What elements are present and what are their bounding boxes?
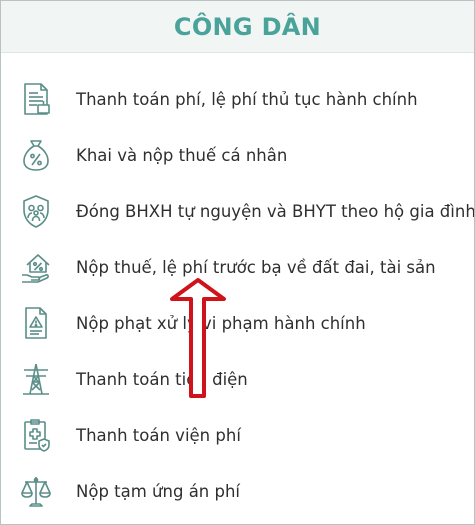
medical-clipboard-icon: [18, 416, 54, 454]
panel-header: CÔNG DÂN: [1, 1, 474, 53]
service-label: Thanh toán tiền điện: [76, 369, 248, 389]
page-title: CÔNG DÂN: [173, 12, 322, 41]
scales-icon: [18, 472, 54, 510]
service-label: Nộp thuế, lệ phí trước bạ về đất đai, tà…: [76, 257, 436, 277]
house-hand-icon: [18, 248, 54, 286]
money-bag-icon: [18, 136, 54, 174]
service-label: Nộp phạt xử lý vi phạm hành chính: [76, 313, 366, 333]
service-label: Đóng BHXH tự nguyện và BHYT theo hộ gia …: [76, 201, 475, 221]
service-item-electricity[interactable]: Thanh toán tiền điện: [1, 351, 474, 407]
service-label: Thanh toán viện phí: [76, 425, 241, 445]
service-item-hospital-fee[interactable]: Thanh toán viện phí: [1, 407, 474, 463]
service-item-personal-tax[interactable]: Khai và nộp thuế cá nhân: [1, 127, 474, 183]
service-item-social-insurance[interactable]: Đóng BHXH tự nguyện và BHYT theo hộ gia …: [1, 183, 475, 239]
document-fee-icon: [18, 80, 54, 118]
citizen-services-panel: CÔNG DÂN Thanh toán phí, lệ phí thủ tục …: [0, 0, 475, 525]
service-item-administrative-fine[interactable]: Nộp phạt xử lý vi phạm hành chính: [1, 295, 474, 351]
power-tower-icon: [18, 360, 54, 398]
warning-document-icon: [18, 304, 54, 342]
service-label: Nộp tạm ứng án phí: [76, 481, 241, 501]
service-item-property-tax[interactable]: Nộp thuế, lệ phí trước bạ về đất đai, tà…: [1, 239, 474, 295]
family-shield-icon: [18, 192, 54, 230]
service-item-court-fee[interactable]: Nộp tạm ứng án phí: [1, 463, 474, 519]
service-label: Khai và nộp thuế cá nhân: [76, 145, 288, 165]
service-label: Thanh toán phí, lệ phí thủ tục hành chín…: [76, 89, 418, 109]
service-item-admin-fee[interactable]: Thanh toán phí, lệ phí thủ tục hành chín…: [1, 71, 474, 127]
